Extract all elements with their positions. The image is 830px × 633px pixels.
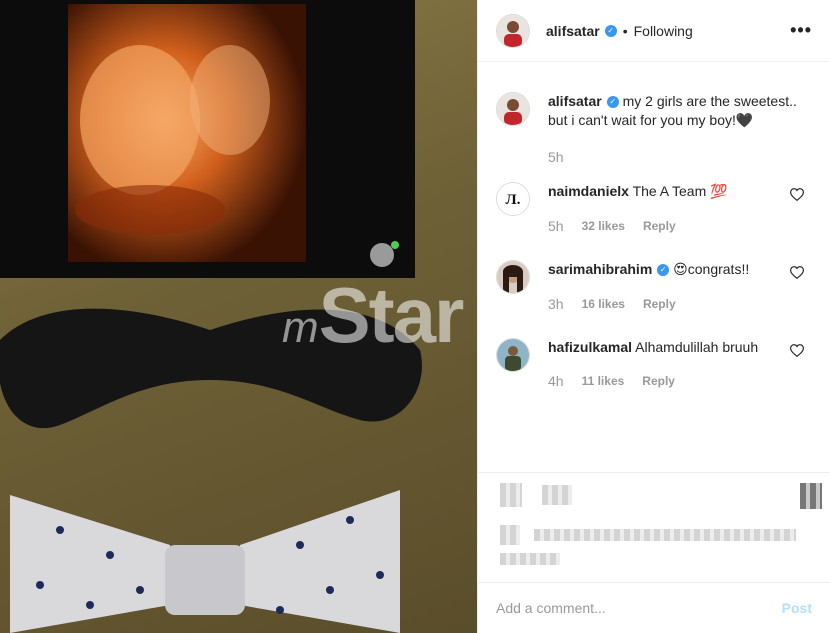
reply-button[interactable]: Reply [643,297,676,311]
mstar-watermark: mStar [282,271,464,359]
like-heart-icon[interactable] [790,266,804,279]
like-heart-icon[interactable] [790,344,804,357]
reply-button[interactable]: Reply [642,374,675,388]
comment-meta: 5h 32 likes Reply [548,218,778,234]
comment-username[interactable]: sarimahibrahim [548,261,652,277]
comment-likes[interactable]: 32 likes [582,219,625,233]
comment-time[interactable]: 5h [548,218,564,234]
comment-text: sarimahibrahim ✓ 😍congrats!! [548,260,778,279]
comment-item: sarimahibrahim ✓ 😍congrats!! 3h 16 likes … [496,260,812,312]
comment-text: naimdanielx The A Team 💯 [548,182,778,201]
add-comment-input[interactable] [496,600,782,616]
comment-meta: 3h 16 likes Reply [548,296,778,312]
comment-time[interactable]: 3h [548,296,564,312]
avatar[interactable] [496,338,530,372]
liked-by-text[interactable] [534,529,796,541]
avatar[interactable] [496,260,530,294]
comment-icon[interactable] [542,485,572,505]
avatar[interactable] [496,92,530,126]
commenter-avatar-icon [497,261,529,293]
caption-text: alifsatar ✓ my 2 girls are the sweetest..… [548,92,808,130]
user-avatar-icon [497,14,529,47]
svg-text:Л.: Л. [506,192,521,208]
comment-text: hafizulkamal Alhamdulillah bruuh [548,338,778,357]
comments-list[interactable]: alifsatar ✓ my 2 girls are the sweetest..… [478,62,830,472]
comment-item: Л. naimdanielx The A Team 💯 5h 32 likes … [496,182,812,234]
post-username[interactable]: alifsatar [546,23,600,39]
avatar[interactable] [496,13,530,48]
bow-tie-left [10,495,170,633]
add-comment-bar: Post [478,582,830,633]
comment-username[interactable]: naimdanielx [548,183,629,199]
bow-tie-right [240,490,400,633]
caption-meta: 5h [548,149,808,165]
comment-body: 😍congrats!! [673,261,750,277]
caption-time[interactable]: 5h [548,149,564,165]
verified-icon: ✓ [657,264,670,277]
comment-meta: 4h 11 likes Reply [548,373,778,389]
post-side-panel: alifsatar ✓ • Following ••• alifsatar ✓ m… [477,0,830,633]
post-date [500,553,560,565]
like-heart-icon[interactable] [790,188,804,201]
comment-body: The A Team 💯 [632,183,728,199]
comment-likes[interactable]: 16 likes [582,297,625,311]
liker-avatar[interactable] [500,525,520,545]
post-image[interactable]: mStar [0,0,477,633]
comment-time[interactable]: 4h [548,373,564,389]
bookmark-icon[interactable] [800,483,822,509]
post-header: alifsatar ✓ • Following ••• [478,0,830,62]
caption-username[interactable]: alifsatar [548,93,602,109]
commenter-avatar-icon: Л. [497,183,529,215]
avatar[interactable]: Л. [496,182,530,216]
comment-item: hafizulkamal Alhamdulillah bruuh 4h 11 l… [496,338,812,389]
more-options-icon[interactable]: ••• [790,20,812,41]
following-button[interactable]: Following [634,23,693,39]
separator-dot: • [622,22,628,39]
comment-username[interactable]: hafizulkamal [548,339,632,355]
verified-icon: ✓ [604,24,617,37]
post-actions [478,472,830,582]
verified-icon: ✓ [606,96,619,109]
post-comment-button[interactable]: Post [782,600,812,616]
comment-body: Alhamdulillah bruuh [635,339,759,355]
user-avatar-icon [497,93,529,125]
bow-tie-knot [165,545,245,615]
commenter-avatar-icon [497,339,529,371]
comment-likes[interactable]: 11 likes [582,374,625,388]
like-heart-icon[interactable] [500,483,522,507]
caption: alifsatar ✓ my 2 girls are the sweetest..… [496,92,812,165]
reply-button[interactable]: Reply [643,219,676,233]
